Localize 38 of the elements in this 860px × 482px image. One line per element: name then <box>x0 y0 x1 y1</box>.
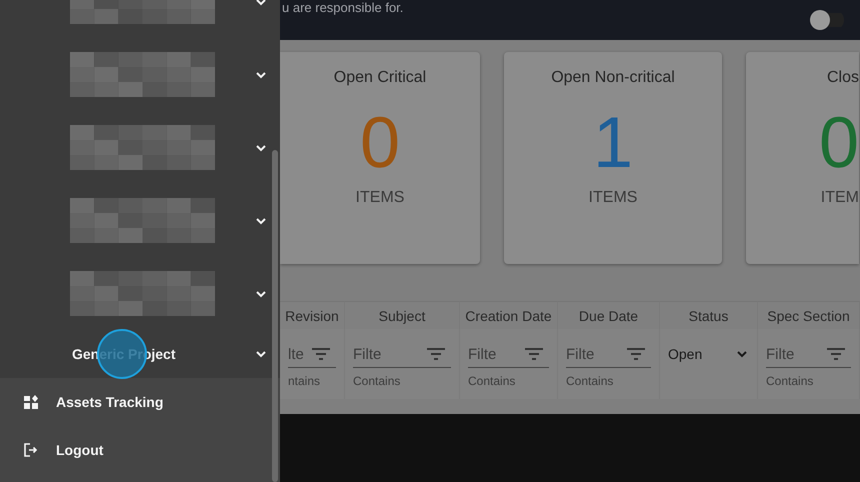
filter-icon[interactable] <box>525 348 543 360</box>
filter-field[interactable]: Filte <box>468 346 525 362</box>
column-header[interactable]: Subject <box>345 301 460 329</box>
card-value: 0 <box>818 103 859 183</box>
filter-hint: Contains <box>766 374 814 388</box>
filter-field[interactable]: lte <box>288 346 312 362</box>
nav-link[interactable]: Assets Tracking <box>0 378 280 426</box>
column-header[interactable]: Revision <box>280 301 345 329</box>
filter-icon[interactable] <box>827 348 845 360</box>
nav-link[interactable]: Logout <box>0 426 280 474</box>
card-title: Clos <box>826 69 859 87</box>
card-unit: ITEM <box>820 189 859 207</box>
filter-field[interactable]: Filte <box>566 346 627 362</box>
filter-hint: Contains <box>353 374 402 388</box>
filter-icon[interactable] <box>312 348 330 360</box>
filter-field[interactable]: Filte <box>766 346 827 362</box>
card-title: Open Critical <box>334 69 426 87</box>
card-unit: ITEMS <box>588 189 638 207</box>
filter-icon[interactable] <box>427 348 445 360</box>
logout-icon <box>24 443 38 457</box>
column-header[interactable]: Spec Section <box>758 301 860 329</box>
widgets-icon <box>24 395 38 409</box>
header-text: u are responsible for. <box>282 0 404 16</box>
filter-icon[interactable] <box>627 348 645 360</box>
scrollbar-thumb[interactable] <box>272 150 278 482</box>
filter-field[interactable]: Filte <box>353 346 427 362</box>
card-title: Open Non-critical <box>551 69 675 87</box>
card-unit: ITEMS <box>356 189 404 207</box>
filter-hint: Contains <box>566 374 614 388</box>
filter-hint: Contains <box>468 374 516 388</box>
card-value: 1 <box>592 103 634 183</box>
toggle-switch[interactable] <box>810 10 844 30</box>
column-header[interactable]: Due Date <box>558 301 660 329</box>
card-value: 0 <box>360 103 400 183</box>
filter-hint: ntains <box>288 374 322 388</box>
chevron-down-icon[interactable] <box>737 350 747 358</box>
column-header[interactable]: Status <box>660 301 758 329</box>
column-header[interactable]: Creation Date <box>460 301 558 329</box>
